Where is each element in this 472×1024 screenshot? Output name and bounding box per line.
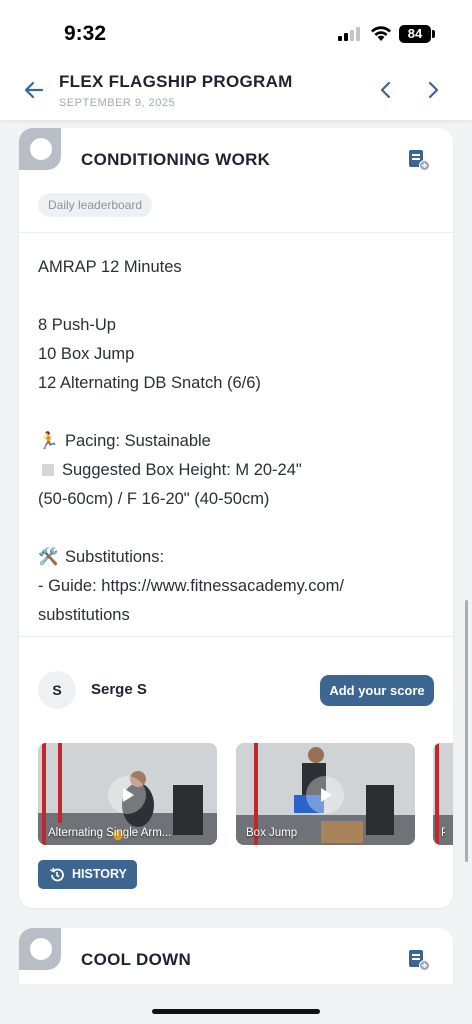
workout-line-guide-cont[interactable]: substitutions — [38, 601, 438, 630]
workout-line-pacing: 🏃 Pacing: Sustainable — [38, 427, 438, 456]
video-label: Alternating Single Arm... — [48, 827, 172, 839]
history-button[interactable]: HISTORY — [38, 860, 137, 889]
video-label: P — [441, 827, 445, 839]
avatar[interactable]: S — [38, 671, 76, 709]
divider — [19, 636, 453, 637]
scrollbar[interactable] — [465, 600, 468, 862]
user-name: Serge S — [91, 681, 147, 698]
page-date: SEPTEMBER 9, 2025 — [59, 97, 176, 109]
square-icon — [42, 464, 54, 476]
workout-line: AMRAP 12 Minutes — [38, 258, 182, 276]
history-icon — [50, 867, 64, 882]
add-score-button[interactable]: Add your score — [320, 675, 434, 706]
workout-line — [38, 282, 438, 311]
battery-tip — [432, 30, 435, 38]
add-note-icon[interactable] — [407, 148, 431, 172]
section-title: CONDITIONING WORK — [81, 150, 271, 169]
divider — [19, 232, 453, 233]
video-thumbnail[interactable]: Box Jump — [236, 743, 415, 845]
section-title: COOL DOWN — [81, 950, 192, 969]
workout-line: (50-60cm) / F 16-20" (40-50cm) — [38, 490, 270, 508]
section-badge — [19, 128, 61, 170]
play-icon[interactable] — [306, 776, 344, 814]
video-label: Box Jump — [246, 827, 298, 839]
play-icon[interactable] — [108, 776, 146, 814]
bottom-bar — [0, 984, 472, 1024]
workout-line: 12 Alternating DB Snatch (6/6) — [38, 374, 261, 392]
add-note-icon[interactable] — [407, 948, 431, 972]
arrow-left-icon[interactable] — [22, 78, 46, 102]
chevron-right-icon[interactable] — [423, 80, 443, 100]
wifi-icon — [371, 26, 391, 41]
home-indicator[interactable] — [152, 1009, 320, 1014]
chevron-left-icon[interactable] — [376, 80, 396, 100]
workout-line: 10 Box Jump — [38, 345, 135, 363]
workout-description: AMRAP 12 Minutes 8 Push-Up 10 Box Jump 1… — [38, 253, 438, 630]
workout-line — [38, 398, 438, 427]
workout-line — [38, 514, 438, 543]
workout-line-box-height: Suggested Box Height: M 20-24" — [38, 456, 438, 485]
page-title: FLEX FLAGSHIP PROGRAM — [59, 72, 293, 91]
workout-line-guide[interactable]: - Guide: https://www.fitnessacademy.com/ — [38, 572, 438, 601]
video-thumbnail[interactable]: Alternating Single Arm... — [38, 743, 217, 845]
runner-icon: 🏃 — [38, 432, 59, 450]
workout-line-substitutions: 🛠️ Substitutions: — [38, 543, 438, 572]
tools-icon: 🛠️ — [38, 548, 59, 566]
daily-leaderboard-chip[interactable]: Daily leaderboard — [38, 193, 153, 217]
signal-icon — [338, 27, 360, 41]
status-time: 9:32 — [64, 22, 107, 45]
battery-indicator: 84 — [399, 25, 431, 43]
status-bar: 9:32 84 — [0, 0, 472, 66]
video-thumbnail[interactable]: P — [433, 743, 453, 845]
section-badge — [19, 928, 61, 970]
section-card-conditioning: CONDITIONING WORK Daily leaderboard AMRA… — [19, 128, 453, 908]
workout-line: 8 Push-Up — [38, 316, 116, 334]
history-label: HISTORY — [72, 867, 127, 881]
app-header: FLEX FLAGSHIP PROGRAM SEPTEMBER 9, 2025 — [0, 66, 472, 120]
